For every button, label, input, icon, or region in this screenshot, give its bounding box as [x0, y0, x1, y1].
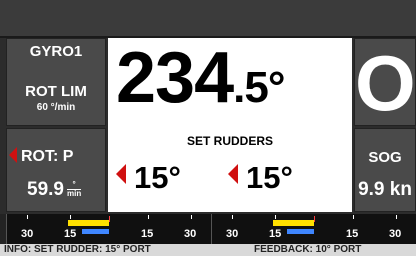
rot-unit: ° min — [66, 181, 82, 199]
scale-label: 30 — [226, 228, 239, 240]
feedback-rudder-bar — [286, 229, 314, 234]
rudder-2-setting: 15° — [228, 160, 293, 196]
rate-of-turn-panel[interactable]: ROT: P 59.9 ° min — [6, 128, 106, 212]
main-display: 234.5° SET RUDDERS 15° 15° — [108, 38, 352, 212]
gyro-source-label: GYRO1 — [29, 43, 83, 60]
speed-over-ground-panel[interactable]: SOG 9.9 kn — [354, 128, 416, 212]
rudder-scale-2: 30 15 0 15 30 — [211, 214, 416, 244]
scale-label: 30 — [21, 228, 34, 240]
set-rudder-bar — [68, 220, 109, 226]
scale-tick — [191, 215, 192, 219]
scale-tick — [27, 215, 28, 219]
scale-tick — [148, 215, 149, 219]
sog-label: SOG — [368, 149, 402, 166]
port-arrow-icon — [228, 164, 238, 184]
set-rudders-label: SET RUDDERS — [186, 134, 273, 148]
scale-label: 15 — [64, 228, 77, 240]
rudder-1-value: 15° — [134, 160, 181, 195]
heading-decimal: .5° — [233, 63, 285, 112]
center-tick — [109, 216, 110, 222]
feedback-rudder-bar — [81, 229, 109, 234]
set-rudder-bar — [273, 220, 314, 226]
rot-unit-denominator: min — [66, 189, 82, 199]
rudder-2-value: 15° — [246, 160, 293, 195]
scale-label: 30 — [184, 228, 197, 240]
port-arrow-icon — [116, 164, 126, 184]
scale-label: 15 — [141, 228, 154, 240]
center-tick — [314, 216, 315, 222]
port-arrow-icon — [9, 147, 17, 163]
info-message: INFO: SET RUDDER: 15° PORT — [4, 244, 151, 255]
rot-limit-label: ROT LIM — [25, 83, 87, 100]
rudder-scale-1: 30 15 0 15 30 — [6, 214, 212, 244]
scale-label: 30 — [389, 228, 402, 240]
rot-label: ROT: P — [21, 148, 74, 165]
scale-tick — [396, 215, 397, 219]
steering-mode-letter: O — [355, 39, 416, 127]
rot-direction: ROT: P — [9, 147, 73, 166]
rot-limit-value: 60 °/min — [36, 102, 76, 113]
rot-readout: 59.9 ° min — [27, 179, 82, 201]
top-bar — [0, 0, 416, 38]
heading-readout: 234.5° — [116, 38, 285, 128]
sog-value: 9.9 kn — [358, 179, 412, 200]
heading-integer: 234 — [116, 38, 234, 118]
scale-label: 15 — [269, 228, 282, 240]
rudder-scales: 30 15 0 15 30 30 15 0 15 30 — [0, 214, 416, 244]
gyro-rot-limit-panel[interactable]: GYRO1 ROT LIM 60 °/min — [6, 38, 106, 126]
feedback-message: FEEDBACK: 10° PORT — [254, 244, 362, 255]
scale-label: 15 — [346, 228, 359, 240]
scale-tick — [353, 215, 354, 219]
steering-mode-panel[interactable]: O — [354, 38, 416, 126]
rot-value: 59.9 — [27, 179, 64, 200]
scale-tick — [275, 215, 276, 219]
info-status-bar: INFO: SET RUDDER: 15° PORT FEEDBACK: 10°… — [0, 244, 416, 256]
rudder-1-setting: 15° — [116, 160, 181, 196]
scale-tick — [232, 215, 233, 219]
scale-tick — [70, 215, 71, 219]
